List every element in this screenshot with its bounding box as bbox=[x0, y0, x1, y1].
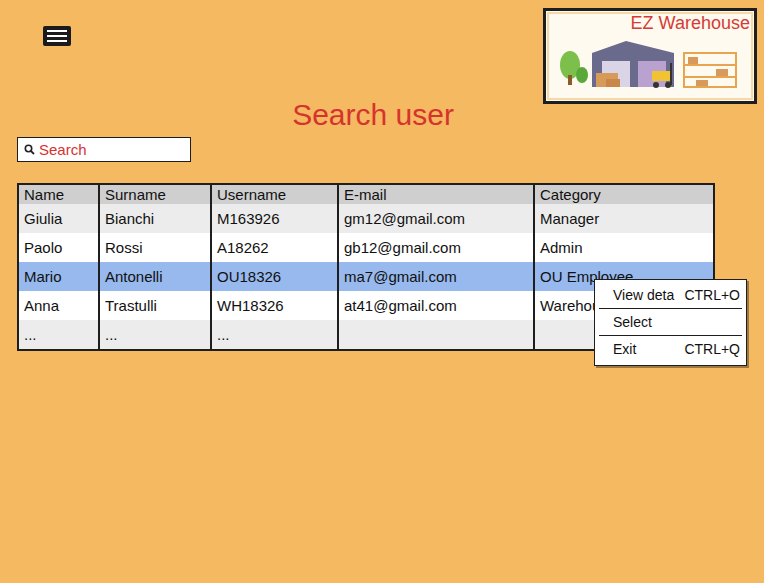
menu-item[interactable]: Exit CTRL+Q bbox=[599, 336, 742, 362]
column-header[interactable]: E-mail bbox=[338, 184, 534, 204]
table-header: NameSurnameUsernameE-mailCategory bbox=[18, 184, 714, 204]
table-cell: M163926 bbox=[211, 204, 338, 233]
table-cell: at41@gmail.com bbox=[338, 291, 534, 320]
menu-item-label: View deta bbox=[613, 287, 674, 303]
table-cell: ... bbox=[99, 320, 211, 350]
table-cell: Trastulli bbox=[99, 291, 211, 320]
table-row[interactable]: GiuliaBianchiM163926gm12@gmail.comManage… bbox=[18, 204, 714, 233]
table-cell: OU18326 bbox=[211, 262, 338, 291]
table-cell: gb12@gmail.com bbox=[338, 233, 534, 262]
table-area: NameSurnameUsernameE-mailCategoryGiuliaB… bbox=[17, 183, 715, 351]
column-header[interactable]: Username bbox=[211, 184, 338, 204]
table-cell: Bianchi bbox=[99, 204, 211, 233]
table-cell: Manager bbox=[534, 204, 714, 233]
table-cell: Admin bbox=[534, 233, 714, 262]
table-cell bbox=[338, 320, 534, 350]
logo: EZ Warehouse bbox=[543, 8, 757, 104]
menu-item-shortcut: CTRL+Q bbox=[684, 341, 740, 357]
table-cell: A18262 bbox=[211, 233, 338, 262]
table-cell: ... bbox=[211, 320, 338, 350]
table-cell: ... bbox=[18, 320, 99, 350]
menu-item-label: Exit bbox=[613, 341, 636, 357]
table-cell: Anna bbox=[18, 291, 99, 320]
table-cell: WH18326 bbox=[211, 291, 338, 320]
table-cell: gm12@gmail.com bbox=[338, 204, 534, 233]
top-bar: EZ Warehouse bbox=[0, 8, 764, 104]
menu-item-shortcut: CTRL+O bbox=[684, 287, 740, 303]
table-cell: Mario bbox=[18, 262, 99, 291]
warehouse-icon bbox=[556, 35, 746, 95]
menu-item[interactable]: Select bbox=[599, 309, 742, 336]
search-placeholder: Search bbox=[39, 141, 87, 158]
menu-item[interactable]: View deta CTRL+O bbox=[599, 282, 742, 309]
search-field[interactable]: Search bbox=[17, 137, 191, 162]
column-header[interactable]: Category bbox=[534, 184, 714, 204]
context-menu: View deta CTRL+O Select Exit CTRL+Q bbox=[594, 279, 747, 366]
menu-item-label: Select bbox=[613, 314, 652, 330]
column-header[interactable]: Surname bbox=[99, 184, 211, 204]
logo-text: EZ Warehouse bbox=[631, 13, 750, 33]
search-user-page: EZ WarehouseSearch userSearchNameSurname… bbox=[0, 0, 764, 583]
magnifier-icon bbox=[24, 144, 35, 155]
menu-icon[interactable] bbox=[42, 25, 72, 47]
table-cell: Giulia bbox=[18, 204, 99, 233]
table-cell: Paolo bbox=[18, 233, 99, 262]
table-cell: Antonelli bbox=[99, 262, 211, 291]
column-header[interactable]: Name bbox=[18, 184, 99, 204]
table-row[interactable]: PaoloRossiA18262gb12@gmail.comAdmin bbox=[18, 233, 714, 262]
table-cell: ma7@gmail.com bbox=[338, 262, 534, 291]
table-cell: Rossi bbox=[99, 233, 211, 262]
